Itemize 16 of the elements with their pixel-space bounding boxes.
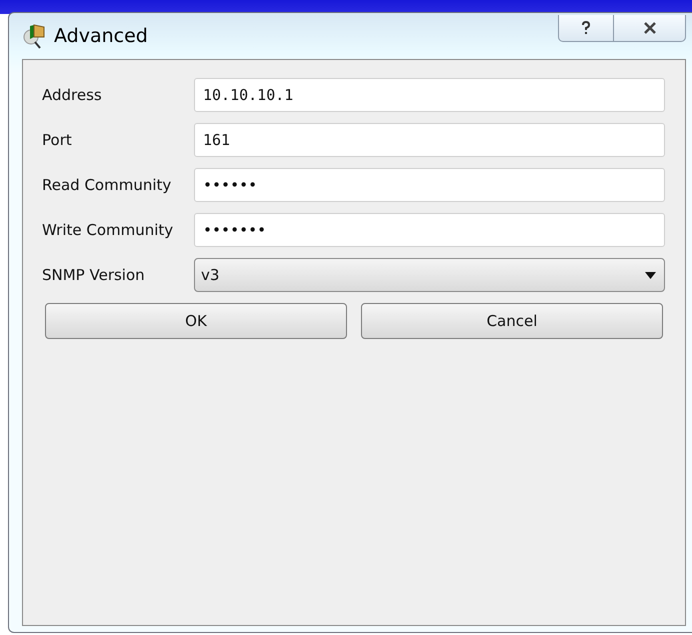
- input-field[interactable]: 161: [194, 123, 665, 157]
- input-field[interactable]: 10.10.10.1: [194, 78, 665, 112]
- help-icon: [581, 21, 591, 35]
- field-label: Address: [42, 86, 103, 104]
- ok-button[interactable]: OK: [45, 303, 347, 339]
- dropdown-arrow-icon: [645, 272, 656, 278]
- field-label: Write Community: [42, 221, 174, 239]
- input-field[interactable]: •••••••: [194, 213, 665, 247]
- cancel-button[interactable]: Cancel: [361, 303, 663, 339]
- window-title: Advanced: [54, 25, 149, 47]
- field-label: SNMP Version: [42, 266, 146, 284]
- input-field[interactable]: ••••••: [194, 168, 665, 202]
- field-label: Read Community: [42, 176, 172, 194]
- field-label: Port: [42, 131, 73, 149]
- version-dropdown[interactable]: v3: [194, 258, 665, 292]
- close-icon: [642, 22, 656, 34]
